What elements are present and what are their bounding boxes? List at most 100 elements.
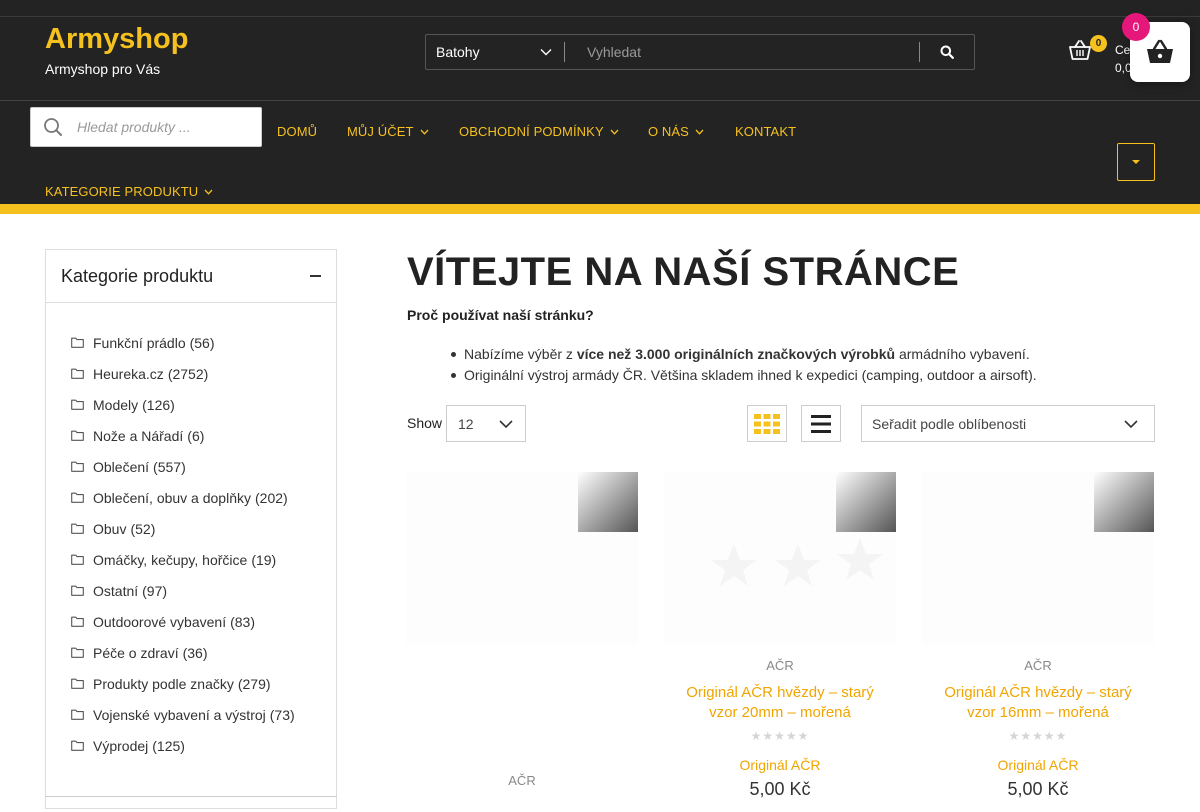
category-name[interactable]: Vojenské vybavení a výstroj (93, 707, 266, 723)
list-item: Nabízíme výběr z více než 3.000 originál… (451, 344, 1037, 365)
category-count: (557) (153, 458, 186, 475)
site-tagline: Armyshop pro Vás (45, 61, 161, 77)
menu-toggle-button[interactable] (1117, 143, 1155, 181)
category-item[interactable]: Outdoorové vybavení (83) (46, 606, 336, 637)
category-name[interactable]: Oblečení (93, 459, 149, 475)
category-name[interactable]: Outdoorové vybavení (93, 614, 226, 630)
folder-icon (71, 740, 84, 751)
nav-item-home[interactable]: DOMŮ (277, 124, 317, 139)
chevron-down-icon (420, 129, 429, 135)
accent-band (0, 204, 1200, 214)
product-search-box (30, 107, 262, 147)
category-item[interactable]: Oblečení (557) (46, 451, 336, 482)
category-name[interactable]: Oblečení, obuv a doplňky (93, 490, 251, 506)
folder-icon (71, 523, 84, 534)
product-brand[interactable]: AČR (406, 773, 638, 788)
per-page-select[interactable]: 12 (446, 405, 526, 442)
category-name[interactable]: Výprodej (93, 738, 148, 754)
category-item[interactable]: Vojenské vybavení a výstroj (73) (46, 699, 336, 730)
category-item[interactable]: Modely (126) (46, 389, 336, 420)
folder-icon (71, 678, 84, 689)
product-card[interactable]: AČR Originál AČR hvězdy – starý vzor 16m… (922, 472, 1154, 812)
product-title[interactable]: Originál AČR hvězdy – starý vzor 16mm – … (922, 683, 1154, 723)
header-search-input[interactable] (565, 35, 919, 69)
product-search-input[interactable] (75, 119, 261, 135)
category-item[interactable]: Ostatní (97) (46, 575, 336, 606)
folder-icon (71, 368, 84, 379)
category-item[interactable]: Heureka.cz (2752) (46, 358, 336, 389)
product-category[interactable]: Originál AČR (922, 757, 1154, 773)
basket-icon (1147, 39, 1173, 63)
divider (45, 796, 337, 797)
nav-label: MŮJ ÚČET (347, 124, 414, 139)
nav-item-my-account[interactable]: MŮJ ÚČET (347, 124, 429, 139)
category-name[interactable]: Omáčky, kečupy, hořčice (93, 552, 247, 568)
per-page-value: 12 (458, 415, 474, 432)
category-count: (52) (130, 520, 156, 537)
nav-item-product-categories[interactable]: KATEGORIE PRODUKTU (45, 184, 213, 199)
category-item[interactable]: Výprodej (125) (46, 730, 336, 761)
category-name[interactable]: Produkty podle značky (93, 676, 234, 692)
category-count: (125) (152, 737, 185, 754)
collapse-icon[interactable] (310, 275, 321, 277)
product-price: 5,00 Kč (1007, 779, 1069, 799)
category-item[interactable]: Obuv (52) (46, 513, 336, 544)
product-brand[interactable]: AČR (922, 658, 1154, 673)
list-icon (811, 414, 831, 433)
category-item[interactable]: Funkční prádlo (56) (46, 327, 336, 358)
header-cart-button[interactable] (1068, 39, 1092, 66)
category-item[interactable]: Péče o zdraví (36) (46, 637, 336, 668)
category-name[interactable]: Péče o zdraví (93, 645, 179, 661)
category-item[interactable]: Omáčky, kečupy, hořčice (19) (46, 544, 336, 575)
rating-stars-icon: ★★★★★ (1008, 729, 1068, 743)
chevron-down-icon (499, 419, 513, 428)
nav-item-terms[interactable]: OBCHODNÍ PODMÍNKY (459, 124, 619, 139)
nav-label: KATEGORIE PRODUKTU (45, 184, 199, 199)
category-name[interactable]: Heureka.cz (93, 366, 164, 382)
sort-select[interactable]: Seřadit podle oblíbenosti (861, 405, 1155, 442)
product-title[interactable]: Originál AČR hvězdy – starý vzor 20mm – … (664, 683, 896, 723)
product-image-overlay (578, 472, 638, 532)
category-name[interactable]: Nože a Nářadí (93, 428, 183, 444)
product-category[interactable]: Originál AČR (664, 757, 896, 773)
benefits-list: Nabízíme výběr z více než 3.000 originál… (451, 344, 1037, 386)
nav-label: DOMŮ (277, 124, 318, 139)
nav-label: KONTAKT (735, 124, 797, 139)
category-item[interactable]: Nože a Nářadí (6) (46, 420, 336, 451)
search-category-value: Batohy (436, 44, 480, 60)
list-view-button[interactable] (801, 405, 841, 442)
folder-icon (71, 647, 84, 658)
page-title: VÍTEJTE NA NAŠÍ STRÁNCE (407, 250, 960, 294)
search-category-select[interactable]: Batohy (426, 35, 564, 69)
folder-icon (71, 492, 84, 503)
category-name[interactable]: Ostatní (93, 583, 138, 599)
product-brand[interactable]: AČR (664, 658, 896, 673)
top-strip (0, 0, 1200, 17)
product-card[interactable]: AČR Originál AČR hvězdy – starý vzor 20m… (664, 472, 896, 812)
grid-view-button[interactable] (747, 405, 787, 442)
chevron-down-icon (695, 129, 704, 135)
nav-item-about[interactable]: O NÁS (648, 124, 704, 139)
product-card[interactable]: AČR (406, 472, 638, 812)
product-image-overlay (1094, 472, 1154, 532)
grid-icon (754, 413, 780, 434)
search-icon (940, 45, 954, 59)
page-subtitle: Proč používat naší stránku? (407, 307, 594, 323)
site-title[interactable]: Armyshop (45, 23, 188, 56)
header-search-bar: Batohy (425, 34, 975, 70)
site-header: Armyshop Armyshop pro Vás Batohy 0 Ce 0,… (0, 17, 1200, 204)
category-count: (56) (189, 334, 215, 351)
nav-item-contact[interactable]: KONTAKT (735, 124, 796, 139)
folder-icon (71, 399, 84, 410)
category-item[interactable]: Oblečení, obuv a doplňky (202) (46, 482, 336, 513)
category-name[interactable]: Funkční prádlo (93, 335, 186, 351)
category-count: (36) (182, 644, 208, 661)
category-name[interactable]: Modely (93, 397, 138, 413)
header-search-button[interactable] (920, 35, 974, 69)
category-count: (73) (269, 706, 295, 723)
category-item[interactable]: Produkty podle značky (279) (46, 668, 336, 699)
category-widget-header[interactable]: Kategorie produktu (46, 250, 336, 303)
category-name[interactable]: Obuv (93, 521, 126, 537)
rating-stars-icon: ★★★★★ (750, 729, 810, 743)
category-count: (19) (251, 551, 277, 568)
